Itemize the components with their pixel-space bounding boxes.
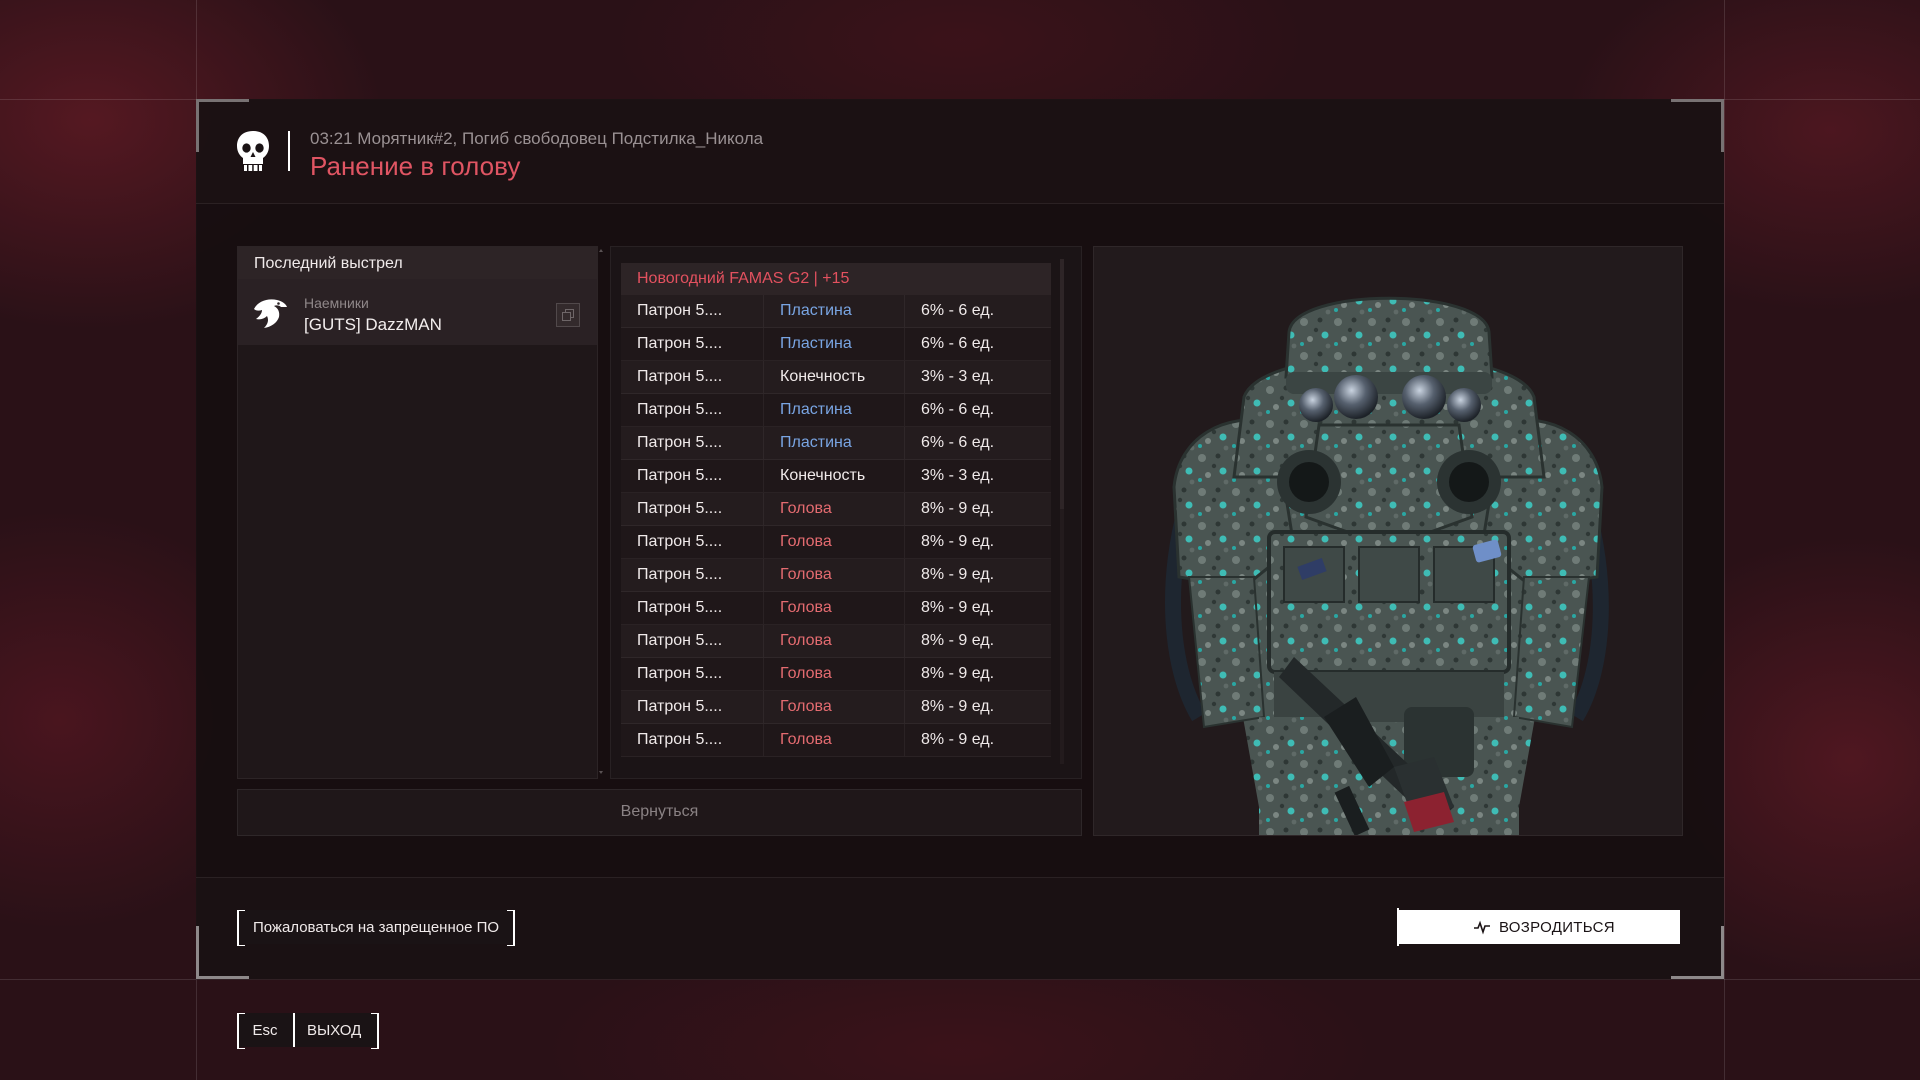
respawn-label: ВОЗРОДИТЬСЯ (1499, 919, 1615, 936)
hit-damage: 8% - 9 ед. (904, 657, 1051, 691)
hit-damage: 6% - 6 ед. (904, 327, 1051, 361)
weapon-header: Новогодний FAMAS G2 | +15 (621, 263, 1051, 295)
hit-zone: Голова (763, 690, 905, 724)
hit-ammo: Патрон 5.... (621, 426, 764, 460)
character-render (1164, 296, 1609, 835)
hit-row: Патрон 5.... Голова 8% - 9 ед. (621, 624, 1051, 658)
hit-row: Патрон 5.... Пластина 6% - 6 ед. (621, 393, 1051, 427)
skull-icon (237, 131, 269, 171)
last-shot-header: Последний выстрел (238, 247, 597, 279)
death-cause: Ранение в голову (310, 151, 521, 181)
respawn-button[interactable]: ВОЗРОДИТЬСЯ (1397, 908, 1680, 946)
hit-damage: 3% - 3 ед. (904, 459, 1051, 493)
hit-damage: 8% - 9 ед. (904, 492, 1051, 526)
hit-row: Патрон 5.... Голова 8% - 9 ед. (621, 558, 1051, 592)
esc-divider (293, 1013, 295, 1047)
hit-row: Патрон 5.... Конечность 3% - 3 ед. (621, 459, 1051, 493)
hit-zone: Голова (763, 558, 905, 592)
hit-row: Патрон 5.... Голова 8% - 9 ед. (621, 723, 1051, 757)
hit-zone: Голова (763, 657, 905, 691)
hit-row: Патрон 5.... Голова 8% - 9 ед. (621, 657, 1051, 691)
death-header: 03:21 Морятник#2, Погиб свободовец Подст… (196, 99, 1724, 204)
death-screen-frame: 03:21 Морятник#2, Погиб свободовец Подст… (196, 99, 1724, 980)
hit-ammo: Патрон 5.... (621, 723, 764, 757)
hit-zone: Голова (763, 492, 905, 526)
hit-zone: Голова (763, 525, 905, 559)
killer-name: [GUTS] DazzMAN (304, 315, 442, 334)
hit-ammo: Патрон 5.... (621, 295, 764, 328)
frame-guide-right (1724, 0, 1725, 1080)
esc-key-label: Esc (252, 1022, 278, 1039)
last-shot-panel: Последний выстрел Наемники [GUTS] DazzMA… (237, 246, 598, 779)
exit-label: ВЫХОД (307, 1022, 362, 1039)
hit-row: Патрон 5.... Голова 8% - 9 ед. (621, 690, 1051, 724)
header-divider (288, 131, 290, 171)
hit-row: Патрон 5.... Пластина 6% - 6 ед. (621, 295, 1051, 328)
last-shot-scrollbar[interactable] (598, 249, 604, 774)
hit-ammo: Патрон 5.... (621, 525, 764, 559)
death-event-text: 03:21 Морятник#2, Погиб свободовец Подст… (310, 129, 764, 148)
hit-row: Патрон 5.... Пластина 6% - 6 ед. (621, 426, 1051, 460)
hit-zone: Голова (763, 723, 905, 757)
hits-scrollbar[interactable] (1058, 249, 1066, 774)
scroll-up-arrow[interactable] (599, 249, 603, 252)
weapon-name: Новогодний FAMAS G2 | +15 (637, 270, 850, 287)
hit-zone: Пластина (763, 393, 905, 427)
hit-ammo: Патрон 5.... (621, 360, 764, 394)
hit-zone: Конечность (763, 360, 905, 394)
back-button-label: Вернуться (620, 803, 699, 820)
hit-damage: 8% - 9 ед. (904, 723, 1051, 757)
hit-ammo: Патрон 5.... (621, 591, 764, 625)
hit-damage: 8% - 9 ед. (904, 525, 1051, 559)
esc-key-hint: Esc (237, 1013, 293, 1047)
hit-row: Патрон 5.... Голова 8% - 9 ед. (621, 492, 1051, 526)
hit-zone: Пластина (763, 295, 905, 328)
hit-zone: Голова (763, 624, 905, 658)
hit-ammo: Патрон 5.... (621, 558, 764, 592)
hit-ammo: Патрон 5.... (621, 657, 764, 691)
hit-damage: 6% - 6 ед. (904, 393, 1051, 427)
hit-damage: 6% - 6 ед. (904, 426, 1051, 460)
report-cheat-button[interactable]: Пожаловаться на запрещенное ПО (237, 910, 515, 946)
character-preview (1093, 246, 1683, 836)
hit-damage: 8% - 9 ед. (904, 591, 1051, 625)
report-cheat-label: Пожаловаться на запрещенное ПО (252, 919, 500, 936)
hit-ammo: Патрон 5.... (621, 459, 764, 493)
hit-ammo: Патрон 5.... (621, 624, 764, 658)
killer-faction: Наемники (304, 295, 369, 311)
hit-ammo: Патрон 5.... (621, 327, 764, 361)
hit-damage: 8% - 9 ед. (904, 624, 1051, 658)
hit-damage: 8% - 9 ед. (904, 558, 1051, 592)
back-button[interactable]: Вернуться (237, 789, 1082, 836)
hit-damage: 8% - 9 ед. (904, 690, 1051, 724)
hit-zone: Конечность (763, 459, 905, 493)
hit-damage: 6% - 6 ед. (904, 295, 1051, 328)
killer-card[interactable]: Наемники [GUTS] DazzMAN (238, 279, 597, 345)
hit-ammo: Патрон 5.... (621, 492, 764, 526)
hits-table: Патрон 5.... Пластина 6% - 6 ед. Патрон 5..… (621, 295, 1051, 757)
hit-zone: Пластина (763, 426, 905, 460)
hit-zone: Голова (763, 591, 905, 625)
hit-row: Патрон 5.... Конечность 3% - 3 ед. (621, 360, 1051, 394)
hit-row: Патрон 5.... Голова 8% - 9 ед. (621, 591, 1051, 625)
hit-row: Патрон 5.... Голова 8% - 9 ед. (621, 525, 1051, 559)
hits-panel: Новогодний FAMAS G2 | +15 Патрон 5.... Пл… (610, 246, 1082, 779)
death-footer: Пожаловаться на запрещенное ПО ВОЗРОДИТЬ… (196, 877, 1724, 980)
hit-damage: 3% - 3 ед. (904, 360, 1051, 394)
button-bracket (1397, 908, 1405, 946)
hit-row: Патрон 5.... Пластина 6% - 6 ед. (621, 327, 1051, 361)
scroll-thumb[interactable] (1060, 259, 1064, 509)
pulse-icon (1474, 920, 1490, 935)
eagle-icon (254, 299, 287, 328)
hit-zone: Пластина (763, 327, 905, 361)
exit-button[interactable]: Esc ВЫХОД (237, 1013, 379, 1049)
button-bracket (371, 1013, 379, 1049)
hit-ammo: Патрон 5.... (621, 690, 764, 724)
copy-icon (562, 309, 574, 321)
scroll-down-arrow[interactable] (599, 771, 603, 774)
last-shot-title: Последний выстрел (254, 255, 403, 272)
hit-ammo: Патрон 5.... (621, 393, 764, 427)
copy-name-button[interactable] (556, 303, 580, 327)
